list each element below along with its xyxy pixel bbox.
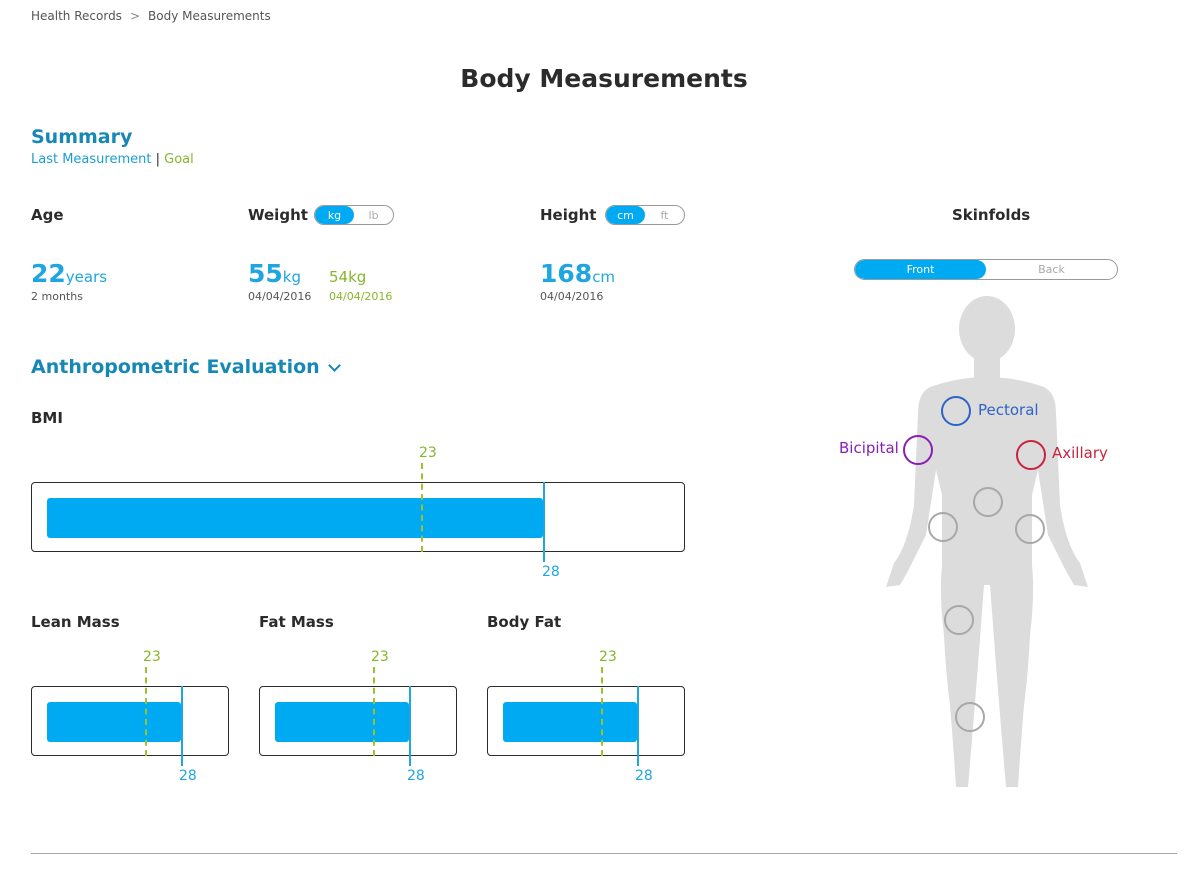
weight-unit-lb[interactable]: lb (354, 206, 393, 224)
skinfolds-title: Skinfolds (952, 206, 1031, 224)
breadcrumb-separator: > (129, 9, 140, 23)
bmi-label: BMI (31, 409, 63, 427)
weight-goal-date: 04/04/2016 (329, 290, 393, 303)
age-unit: years (65, 268, 108, 286)
bmi-current-marker (543, 482, 545, 562)
bottom-divider (31, 853, 1177, 854)
gauge-goal-number: 23 (143, 649, 161, 665)
weight-value: 55kg (248, 259, 301, 288)
gauge-goal-number: 23 (599, 649, 617, 665)
weight-unit-toggle[interactable]: kg lb (314, 205, 394, 225)
gauge-fill (47, 702, 181, 742)
gauge-current-number: 28 (179, 768, 197, 784)
gauge-goal-marker (145, 667, 147, 756)
pectoral-label: Pectoral (978, 401, 1039, 419)
gauge-goal-marker (373, 667, 375, 756)
legend-goal: Goal (164, 152, 194, 167)
height-unit-cm[interactable]: cm (606, 206, 645, 224)
gauge-fill (275, 702, 409, 742)
anthropometric-title: Anthropometric Evaluation (31, 356, 320, 378)
fat-mass-label: Fat Mass (259, 613, 334, 631)
summary-title: Summary (31, 126, 133, 148)
bmi-gauge-fill (47, 498, 543, 538)
chevron-down-icon (327, 358, 341, 372)
legend-separator: | (155, 152, 160, 167)
weight-unit-kg[interactable]: kg (315, 206, 354, 224)
age-value: 22years (31, 259, 107, 288)
weight-goal-value: 54kg (329, 268, 367, 286)
height-label: Height (540, 206, 597, 224)
gauge-current-marker (409, 686, 411, 766)
height-unit-toggle[interactable]: cm ft (605, 205, 685, 225)
gauge-goal-number: 23 (371, 649, 389, 665)
gauge-current-number: 28 (407, 768, 425, 784)
height-unit: cm (592, 268, 616, 286)
age-months: 2 months (31, 290, 83, 303)
lean-mass-label: Lean Mass (31, 613, 120, 631)
gauge-fill (503, 702, 637, 742)
summary-legend: Last Measurement | Goal (31, 152, 194, 167)
anthropometric-evaluation-toggle[interactable]: Anthropometric Evaluation (31, 356, 341, 378)
weight-date: 04/04/2016 (248, 290, 312, 303)
gauge-current-number: 28 (635, 768, 653, 784)
height-value: 168cm (540, 259, 615, 288)
age-label: Age (31, 206, 64, 224)
gauge-goal-marker (601, 667, 603, 756)
weight-number: 55 (248, 259, 283, 288)
body-figure (886, 296, 1088, 787)
body-fat-label: Body Fat (487, 613, 562, 631)
axillary-label: Axillary (1052, 444, 1108, 462)
skinfolds-view-back[interactable]: Back (986, 260, 1117, 279)
body-silhouette (886, 296, 1088, 787)
height-unit-ft[interactable]: ft (645, 206, 684, 224)
gauge-current-marker (637, 686, 639, 766)
weight-unit: kg (282, 268, 302, 286)
skinfolds-view-toggle[interactable]: Front Back (854, 259, 1118, 280)
gauge-current-marker (181, 686, 183, 766)
height-number: 168 (540, 259, 593, 288)
breadcrumb-body-measurements: Body Measurements (148, 9, 271, 23)
bicipital-label: Bicipital (839, 439, 899, 457)
bmi-goal-marker (421, 463, 423, 552)
height-date: 04/04/2016 (540, 290, 604, 303)
skinfolds-view-front[interactable]: Front (855, 260, 986, 279)
bmi-goal-number: 23 (419, 445, 437, 461)
breadcrumb-health-records[interactable]: Health Records (31, 9, 122, 23)
page-title: Body Measurements (460, 64, 748, 93)
bmi-current-number: 28 (542, 564, 560, 580)
age-number: 22 (31, 259, 66, 288)
weight-label: Weight (248, 206, 308, 224)
legend-last-measurement: Last Measurement (31, 152, 152, 167)
breadcrumb: Health Records > Body Measurements (31, 9, 271, 23)
